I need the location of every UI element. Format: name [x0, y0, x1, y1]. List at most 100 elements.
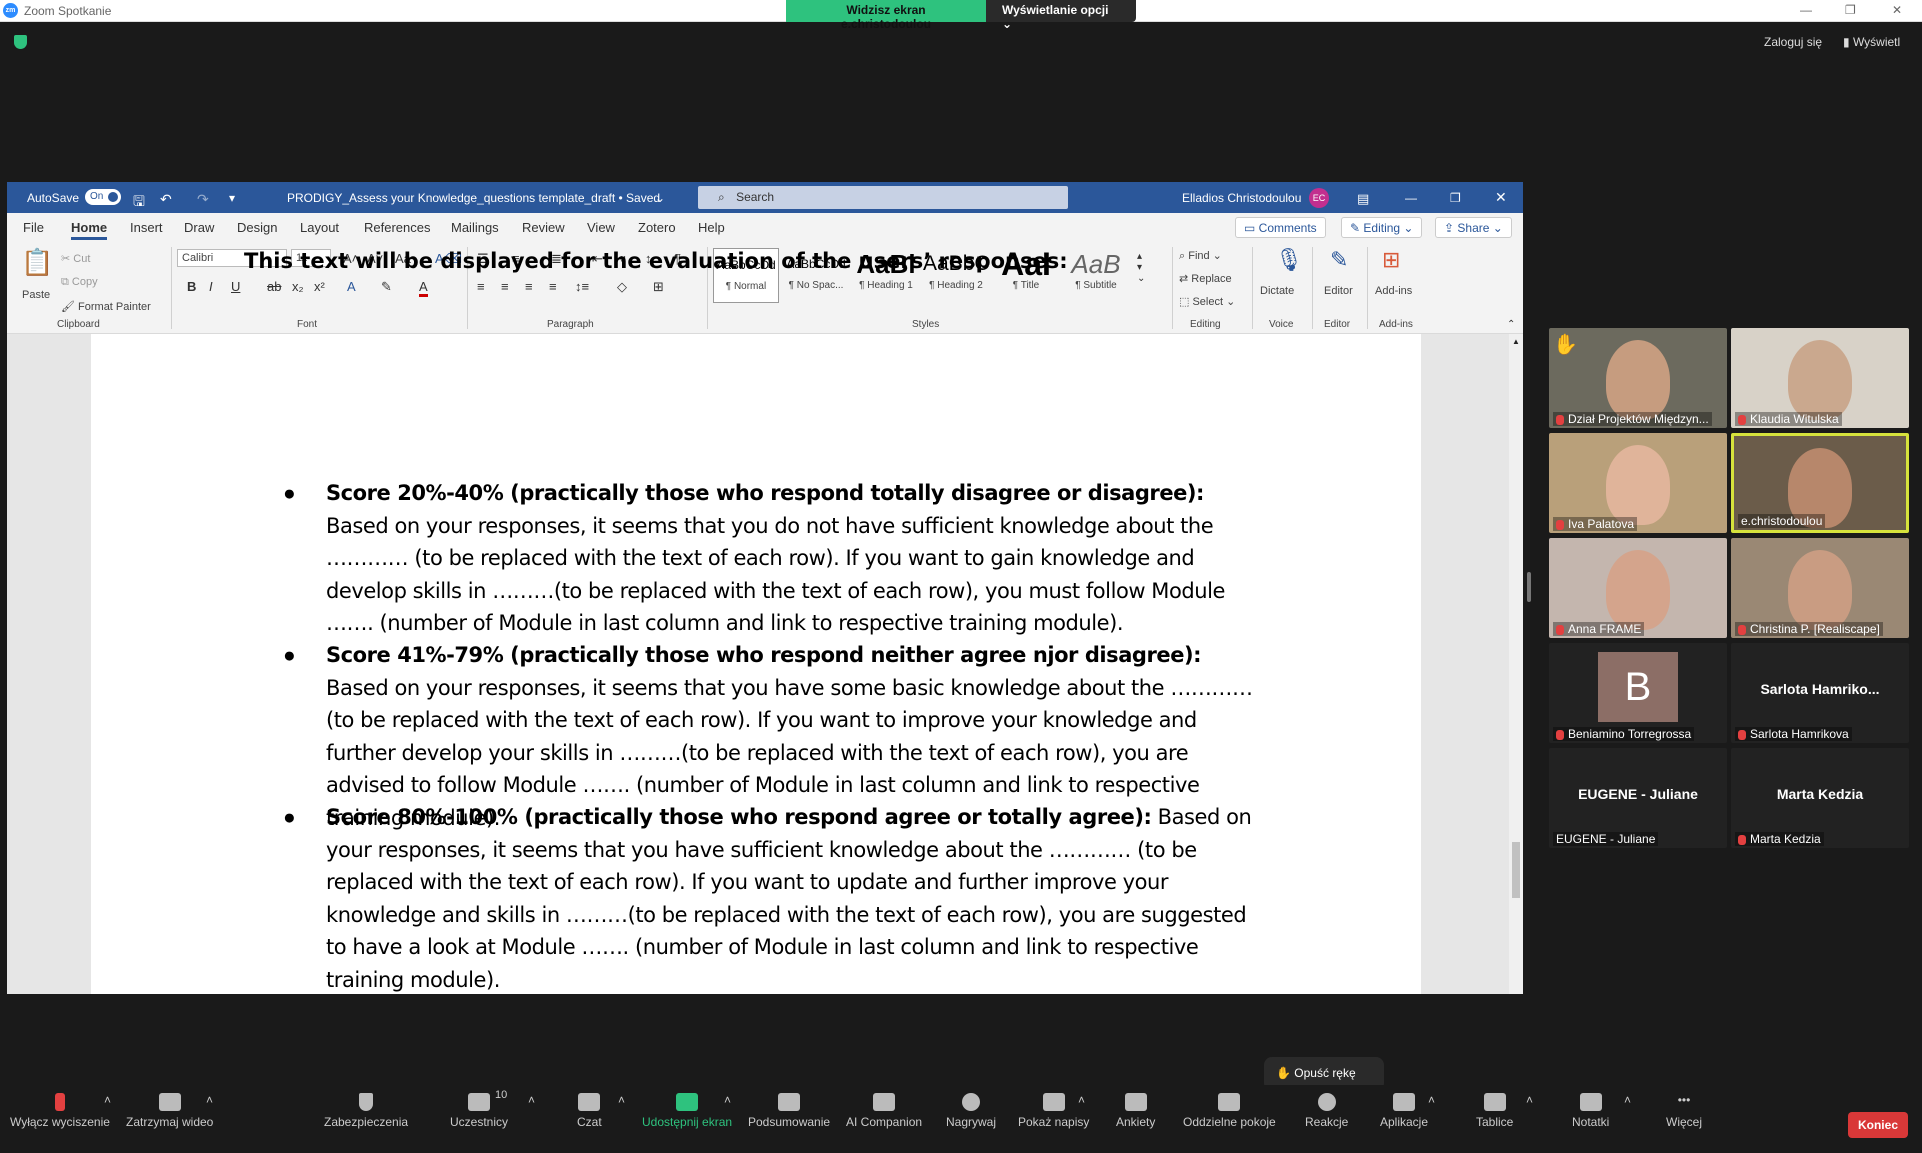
search-box[interactable]: ⌕ Search: [698, 186, 1068, 209]
undo-icon[interactable]: ↶: [160, 191, 172, 208]
participant-tile[interactable]: Christina P. [Realiscape]: [1731, 538, 1909, 638]
avatar[interactable]: EC: [1309, 188, 1329, 208]
font-color-icon[interactable]: A: [419, 279, 428, 297]
end-meeting-button[interactable]: Koniec: [1848, 1112, 1908, 1138]
unmute-button[interactable]: Wyłącz wyciszenie: [10, 1093, 110, 1129]
redo-icon[interactable]: ↷: [197, 191, 209, 208]
panel-resize-handle[interactable]: [1527, 572, 1531, 602]
scroll-up-icon[interactable]: ▲: [1512, 337, 1520, 346]
tab-help[interactable]: Help: [698, 220, 725, 235]
autosave-toggle[interactable]: On: [85, 189, 121, 205]
dictate-button[interactable]: Dictate: [1260, 285, 1294, 297]
tab-design[interactable]: Design: [237, 220, 277, 235]
microphone-icon[interactable]: 🎙: [1275, 247, 1303, 273]
tab-review[interactable]: Review: [522, 220, 565, 235]
format-painter-button[interactable]: 🖌 Format Painter: [61, 300, 151, 313]
superscript-icon[interactable]: x²: [314, 279, 325, 294]
participant-tile[interactable]: ✋ Dział Projektów Międzyn...: [1549, 328, 1727, 428]
apps-options-icon[interactable]: ˄: [1428, 1093, 1435, 1107]
justify-icon[interactable]: ≡: [549, 279, 557, 294]
scrollbar-thumb[interactable]: [1512, 842, 1520, 898]
subscript-icon[interactable]: x₂: [292, 279, 304, 294]
save-icon[interactable]: 🖫: [133, 191, 145, 215]
customize-toolbar-icon[interactable]: ▾: [229, 191, 235, 205]
editing-mode-button[interactable]: ✎ Editing ⌄: [1341, 217, 1423, 238]
security-button[interactable]: Zabezpieczenia: [324, 1093, 408, 1129]
notes-button[interactable]: Notatki: [1572, 1093, 1609, 1129]
shading-icon[interactable]: ◇: [617, 279, 627, 295]
video-arrow-icon[interactable]: ˄: [104, 1093, 111, 1107]
tab-home[interactable]: Home: [71, 220, 108, 240]
participant-tile[interactable]: Anna FRAME: [1549, 538, 1727, 638]
align-left-icon[interactable]: ≡: [477, 279, 485, 294]
align-right-icon[interactable]: ≡: [525, 279, 533, 294]
restore-icon[interactable]: ❐: [1450, 191, 1461, 205]
participant-tile[interactable]: Sarlota Hamriko... Sarlota Hamrikova: [1731, 643, 1909, 743]
style-subtitle[interactable]: AaB ¶ Subtitle: [1063, 248, 1129, 303]
paste-button[interactable]: Paste: [22, 289, 50, 301]
tab-file[interactable]: File: [23, 220, 44, 235]
copy-button[interactable]: ⧉ Copy: [61, 276, 98, 289]
add-ins-button[interactable]: Add-ins: [1375, 285, 1412, 297]
participant-tile-active-speaker[interactable]: e.christodoulou: [1731, 433, 1909, 533]
minimize-icon[interactable]: —: [1405, 191, 1417, 205]
shield-icon[interactable]: [14, 35, 27, 49]
collapse-ribbon-icon[interactable]: ⌃: [1507, 319, 1515, 330]
line-spacing-icon[interactable]: ↕≡: [575, 279, 589, 294]
participant-tile[interactable]: Klaudia Witulska: [1731, 328, 1909, 428]
tab-mailings[interactable]: Mailings: [451, 220, 499, 235]
polls-button[interactable]: Ankiety: [1116, 1093, 1155, 1129]
tab-draw[interactable]: Draw: [184, 220, 214, 235]
borders-icon[interactable]: ⊞: [653, 279, 664, 295]
align-center-icon[interactable]: ≡: [501, 279, 509, 294]
close-icon[interactable]: ✕: [1892, 3, 1902, 17]
stop-video-button[interactable]: Zatrzymaj wideo: [126, 1093, 213, 1129]
editor-button[interactable]: Editor: [1324, 285, 1353, 297]
whiteboards-options-icon[interactable]: ˄: [1526, 1093, 1533, 1107]
reactions-button[interactable]: Reakcje: [1305, 1093, 1348, 1129]
video-options-icon[interactable]: ˄: [206, 1093, 213, 1107]
ribbon-display-icon[interactable]: ▤: [1357, 191, 1369, 207]
add-ins-icon[interactable]: ⊞: [1382, 247, 1400, 273]
italic-icon[interactable]: I: [209, 279, 213, 294]
vertical-scrollbar[interactable]: ▲: [1509, 334, 1523, 994]
more-button[interactable]: ••• Więcej: [1666, 1093, 1702, 1129]
tab-view[interactable]: View: [587, 220, 615, 235]
view-button[interactable]: ▮ Wyświetl: [1843, 35, 1900, 49]
view-options-button[interactable]: Wyświetlanie opcji ⌄: [986, 0, 1136, 31]
cut-button[interactable]: ✂ Cut: [61, 252, 90, 265]
text-effects-icon[interactable]: A: [347, 279, 356, 294]
find-button[interactable]: ⌕ Find ⌄: [1179, 249, 1222, 263]
minimize-icon[interactable]: —: [1800, 3, 1812, 17]
participant-tile[interactable]: EUGENE - Juliane EUGENE - Juliane: [1549, 748, 1727, 848]
ai-companion-button[interactable]: AI Companion: [846, 1093, 922, 1129]
highlight-icon[interactable]: ✎: [381, 279, 392, 295]
summary-button[interactable]: Podsumowanie: [748, 1093, 830, 1129]
apps-button[interactable]: Aplikacje: [1380, 1093, 1428, 1129]
participant-tile[interactable]: Iva Palatova: [1549, 433, 1727, 533]
maximize-icon[interactable]: ❐: [1845, 3, 1856, 17]
styles-scroll-icon[interactable]: ▴ ▾ ⌄: [1137, 251, 1145, 284]
comments-button[interactable]: ▭ Comments: [1235, 217, 1326, 238]
tab-layout[interactable]: Layout: [300, 220, 339, 235]
close-icon[interactable]: ✕: [1495, 189, 1507, 206]
breakout-rooms-button[interactable]: Oddzielne pokoje: [1183, 1093, 1276, 1129]
tab-insert[interactable]: Insert: [130, 220, 163, 235]
paste-icon[interactable]: 📋: [21, 247, 53, 278]
chat-options-icon[interactable]: ˄: [618, 1093, 625, 1107]
share-screen-button[interactable]: Udostępnij ekran: [642, 1093, 732, 1129]
participant-tile[interactable]: B Beniamino Torregrossa: [1549, 643, 1727, 743]
underline-icon[interactable]: U: [231, 279, 240, 294]
select-button[interactable]: ⬚ Select ⌄: [1179, 295, 1235, 308]
share-button[interactable]: ⇪ Share ⌄: [1435, 217, 1512, 238]
strikethrough-icon[interactable]: ab: [267, 279, 281, 294]
whiteboards-button[interactable]: Tablice: [1476, 1093, 1513, 1129]
share-options-icon[interactable]: ˄: [724, 1093, 731, 1107]
login-button[interactable]: Zaloguj się: [1764, 35, 1822, 49]
participant-tile[interactable]: Marta Kedzia Marta Kedzia: [1731, 748, 1909, 848]
participants-options-icon[interactable]: ˄: [528, 1093, 535, 1107]
replace-button[interactable]: ⇄ Replace: [1179, 272, 1232, 285]
bold-icon[interactable]: B: [187, 279, 196, 294]
editor-icon[interactable]: ✎: [1330, 247, 1348, 273]
record-button[interactable]: Nagrywaj: [946, 1093, 996, 1129]
